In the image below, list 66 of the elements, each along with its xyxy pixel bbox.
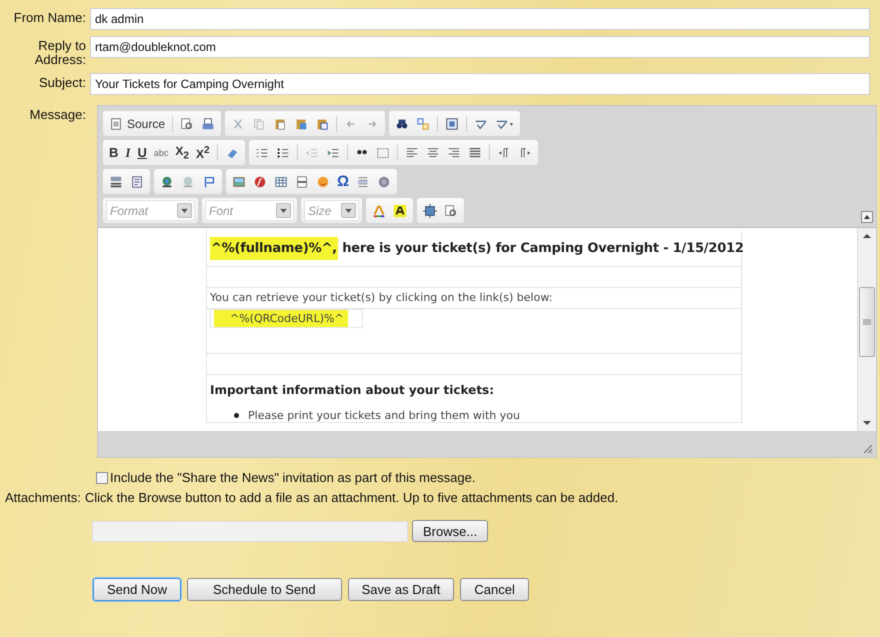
ticket-heading: here is your ticket(s) for Camping Overnight - 1/15/2012 [341, 240, 744, 256]
paste-word-icon[interactable] [315, 116, 330, 130]
field-label: Message: [28, 108, 87, 122]
file-path-field[interactable] [92, 520, 408, 542]
template-icon[interactable] [130, 174, 144, 188]
action-button[interactable]: Send Now [93, 578, 181, 601]
document-icon [109, 116, 123, 130]
vertical-scrollbar[interactable] [857, 228, 876, 431]
maximize-icon[interactable] [423, 204, 437, 218]
format-button[interactable]: B [109, 145, 118, 160]
browse-button[interactable]: Browse... [412, 520, 488, 542]
paste-text-icon[interactable] [294, 116, 308, 130]
bullet-icon [234, 413, 239, 418]
scroll-down-icon[interactable] [862, 419, 872, 427]
section-heading: Important information about your tickets: [210, 383, 494, 397]
paste-icon[interactable] [273, 116, 288, 130]
format-button[interactable]: X$^{2}$ [196, 144, 210, 160]
grip-icon [863, 319, 871, 325]
checkbox-label: Include the "Share the News" invitation as part of this message. [110, 470, 476, 485]
image-icon[interactable] [232, 174, 246, 188]
print-icon[interactable] [201, 116, 216, 130]
select-all-icon[interactable] [445, 116, 460, 130]
scrollbar-thumb[interactable] [859, 287, 875, 357]
field-label: Subject: [38, 76, 87, 90]
format-button[interactable]: Ω [337, 173, 350, 190]
div-container-icon[interactable] [376, 146, 390, 160]
replace-icon[interactable] [416, 116, 430, 130]
field-label: Attachments: [5, 490, 81, 505]
text-field[interactable]: rtam@doubleknot.com [90, 36, 870, 58]
attachment-hint: Click the Browse button to add a file as an attachment. Up to five attachments can be added. [84, 490, 618, 505]
show-blocks-icon[interactable] [444, 204, 458, 218]
format-button[interactable]: I [125, 144, 130, 160]
format-button[interactable]: X$_{2}$ [175, 144, 189, 162]
action-button[interactable]: Cancel [460, 578, 529, 601]
instruction-text: You can retrieve your ticket(s) by clicking on the link(s) below: [210, 291, 552, 304]
text-field[interactable]: dk admin [90, 8, 870, 30]
placeholder-token: ^%(QRCodeURL)%^ [214, 310, 348, 327]
format-button[interactable]: abc [154, 148, 168, 158]
bullet-text: Please print your tickets and bring them with you [248, 409, 520, 422]
action-button[interactable]: Save as Draft [348, 578, 454, 601]
text-color-icon[interactable] [372, 204, 386, 218]
checkbox[interactable] [96, 472, 108, 484]
text-field[interactable]: Your Tickets for Camping Overnight [90, 73, 870, 95]
action-button[interactable]: Schedule to Send [186, 578, 342, 601]
page-break-icon[interactable] [356, 174, 370, 188]
placeholder-token: ^%(fullname)%^, [210, 236, 338, 260]
resize-handle-icon[interactable] [861, 442, 873, 454]
collapse-toolbar-icon[interactable] [861, 211, 873, 223]
scroll-up-icon[interactable] [862, 232, 872, 240]
align-center-icon[interactable] [426, 146, 440, 160]
editor-content-area[interactable] [98, 228, 857, 431]
table-icon[interactable] [274, 174, 288, 188]
field-label: Reply to Address: [34, 39, 87, 67]
left-to-right-icon[interactable] [496, 146, 511, 160]
background-color-icon[interactable] [393, 204, 407, 218]
field-label: From Name: [12, 11, 87, 25]
justify-icon[interactable] [468, 146, 482, 160]
flash-icon[interactable] [253, 174, 267, 188]
preview-icon[interactable] [180, 116, 194, 130]
format-button[interactable]: U [137, 145, 147, 160]
align-left-icon[interactable] [404, 146, 419, 160]
align-right-icon[interactable] [446, 146, 461, 160]
smiley-icon[interactable] [316, 174, 330, 188]
anchor-flag-icon[interactable] [202, 174, 216, 188]
binoculars-icon[interactable] [395, 116, 410, 130]
bullet-list-icon[interactable] [276, 146, 290, 160]
